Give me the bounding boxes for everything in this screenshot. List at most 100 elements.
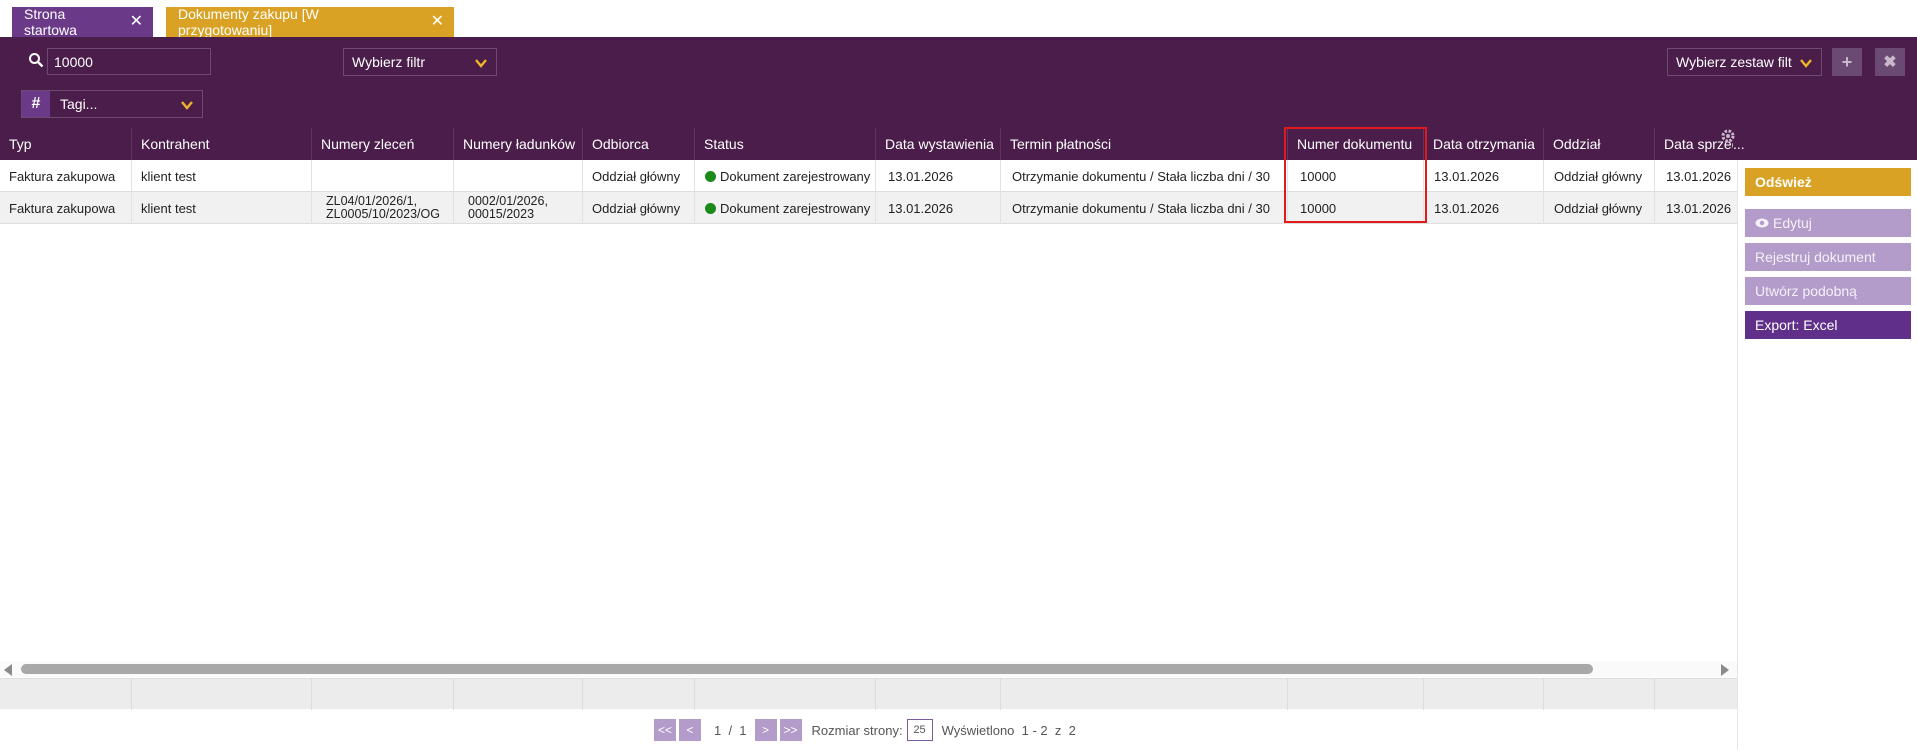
cell-numery-zlecen: ZL04/01/2026/1, ZL0005/10/2023/OG — [312, 192, 454, 224]
cell-data-sprzedazy: 13.01.2026 — [1666, 168, 1732, 184]
filter-set-select[interactable]: Wybierz zestaw filt — [1667, 48, 1822, 76]
footer-cell — [876, 679, 1001, 710]
last-page-button[interactable]: >> — [779, 719, 802, 741]
column-header-odbiorca[interactable]: Odbiorca — [583, 128, 695, 160]
export-excel-button[interactable]: Export: Excel — [1745, 311, 1911, 339]
side-panel-divider — [1737, 160, 1738, 750]
close-icon[interactable]: ✕ — [431, 14, 444, 30]
refresh-button[interactable]: Odśwież — [1745, 168, 1911, 196]
tab-purchase-documents[interactable]: Dokumenty zakupu [W przygotowaniu] ✕ — [166, 6, 454, 38]
filter-select-label: Wybierz filtr — [352, 54, 425, 70]
next-page-button[interactable]: > — [754, 719, 777, 741]
footer-cell — [583, 679, 695, 710]
cell-odbiorca: Oddział główny — [583, 192, 695, 224]
footer-cell — [1288, 679, 1424, 710]
footer-cell — [454, 679, 583, 710]
scrollbar-thumb[interactable] — [21, 664, 1593, 674]
scroll-right-icon[interactable] — [1721, 664, 1729, 676]
shown-records-text: Wyświetlono 1 - 2 z 2 — [941, 722, 1076, 738]
horizontal-scrollbar[interactable] — [0, 661, 1737, 677]
cell-numery-ladunkow — [454, 160, 583, 192]
pagination: << < 1 / 1 > >> Rozmiar strony: 25 Wyświ… — [654, 718, 1076, 742]
cell-status: Dokument zarejestrowany — [695, 192, 876, 224]
table-row[interactable]: Faktura zakupowa klient test ZL04/01/202… — [0, 192, 1737, 224]
column-header-numery-zlecen[interactable]: Numery zleceń — [312, 128, 454, 160]
cell-odbiorca: Oddział główny — [583, 160, 695, 192]
column-header-numery-ladunkow[interactable]: Numery ładunków — [454, 128, 583, 160]
footer-cell — [1544, 679, 1655, 710]
footer-cell — [695, 679, 876, 710]
search-input[interactable] — [47, 48, 211, 75]
close-icon: ✖ — [1883, 54, 1897, 71]
cell-status: Dokument zarejestrowany — [695, 160, 876, 192]
page-size-label: Rozmiar strony: — [811, 722, 903, 738]
chevron-down-icon — [475, 59, 487, 68]
clear-filter-set-button[interactable]: ✖ — [1875, 48, 1905, 76]
cell-data-otrzymania: 13.01.2026 — [1424, 192, 1544, 224]
column-header-oddzial[interactable]: Oddział — [1544, 128, 1655, 160]
cell-data-wystawienia: 13.01.2026 — [876, 192, 1001, 224]
edit-button-label: Edytuj — [1773, 215, 1812, 231]
page-size-input[interactable]: 25 — [906, 719, 933, 741]
cell-numery-ladunkow: 0002/01/2026, 00015/2023 — [454, 192, 583, 224]
table-footer-row — [0, 678, 1737, 710]
cell-numer-dokumentu: 10000 — [1288, 160, 1424, 192]
table-row[interactable]: Faktura zakupowa klient test Oddział głó… — [0, 160, 1737, 192]
eye-icon — [1755, 218, 1769, 228]
cell-typ: Faktura zakupowa — [0, 192, 132, 224]
tags-select-label: Tagi... — [60, 96, 98, 112]
page-indicator: 1 / 1 — [714, 722, 747, 738]
cell-kontrahent: klient test — [132, 192, 312, 224]
status-text: Dokument zarejestrowany — [720, 168, 871, 184]
chevron-down-icon — [181, 101, 193, 110]
cell-oddzial: Oddział główny — [1544, 160, 1655, 192]
prev-page-button[interactable]: < — [679, 719, 701, 741]
status-dot-icon — [705, 170, 716, 182]
column-header-kontrahent[interactable]: Kontrahent — [132, 128, 312, 160]
cell-numery-zlecen — [312, 160, 454, 192]
hash-icon: # — [22, 91, 50, 117]
chevron-down-icon — [1799, 56, 1813, 70]
cell-termin-platnosci: Otrzymanie dokumentu / Stała liczba dni … — [1001, 192, 1288, 224]
filter-toolbar: Wybierz filtr # Tagi... Wybierz zestaw f… — [0, 37, 1917, 128]
tags-select[interactable]: # Tagi... — [21, 90, 203, 118]
edit-button[interactable]: Edytuj — [1745, 209, 1911, 237]
create-similar-button[interactable]: Utwórz podobną — [1745, 277, 1911, 305]
add-filter-set-button[interactable]: + — [1832, 48, 1862, 76]
plus-icon: + — [1841, 51, 1853, 72]
cell-data-otrzymania: 13.01.2026 — [1424, 160, 1544, 192]
footer-cell — [0, 679, 132, 710]
search-icon — [29, 53, 44, 68]
status-text: Dokument zarejestrowany — [720, 200, 871, 216]
tab-bar: Strona startowa ✕ Dokumenty zakupu [W pr… — [0, 0, 1917, 38]
tab-start-page[interactable]: Strona startowa ✕ — [12, 6, 153, 38]
cell-numer-dokumentu: 10000 — [1288, 192, 1424, 224]
filter-select[interactable]: Wybierz filtr — [343, 48, 497, 76]
column-header-data-wystawienia[interactable]: Data wystawienia — [876, 128, 1001, 160]
footer-cell — [132, 679, 312, 710]
column-header-termin-platnosci[interactable]: Termin płatności — [1001, 128, 1288, 160]
footer-cell — [1001, 679, 1288, 710]
cell-typ: Faktura zakupowa — [0, 160, 132, 192]
gear-icon[interactable] — [1720, 128, 1736, 144]
cell-termin-platnosci: Otrzymanie dokumentu / Stała liczba dni … — [1001, 160, 1288, 192]
table-header: Typ Kontrahent Numery zleceń Numery ładu… — [0, 128, 1917, 160]
register-document-button[interactable]: Rejestruj dokument — [1745, 243, 1911, 271]
status-dot-icon — [705, 202, 716, 214]
tab-label: Dokumenty zakupu [W przygotowaniu] — [178, 6, 319, 38]
filter-set-label: Wybierz zestaw filt — [1676, 54, 1792, 70]
cell-oddzial: Oddział główny — [1544, 192, 1655, 224]
cell-data-sprzedazy: 13.01.2026 — [1666, 200, 1732, 216]
scroll-left-icon[interactable] — [4, 664, 12, 676]
column-header-data-otrzymania[interactable]: Data otrzymania — [1424, 128, 1544, 160]
footer-cell — [312, 679, 454, 710]
cell-data-wystawienia: 13.01.2026 — [876, 160, 1001, 192]
tab-label: Strona startowa — [24, 6, 77, 38]
footer-cell — [1424, 679, 1544, 710]
column-header-typ[interactable]: Typ — [0, 128, 132, 160]
cell-kontrahent: klient test — [132, 160, 312, 192]
column-header-status[interactable]: Status — [695, 128, 876, 160]
close-icon[interactable]: ✕ — [130, 14, 143, 30]
column-header-numer-dokumentu[interactable]: Numer dokumentu — [1288, 128, 1424, 160]
first-page-button[interactable]: << — [654, 719, 676, 741]
